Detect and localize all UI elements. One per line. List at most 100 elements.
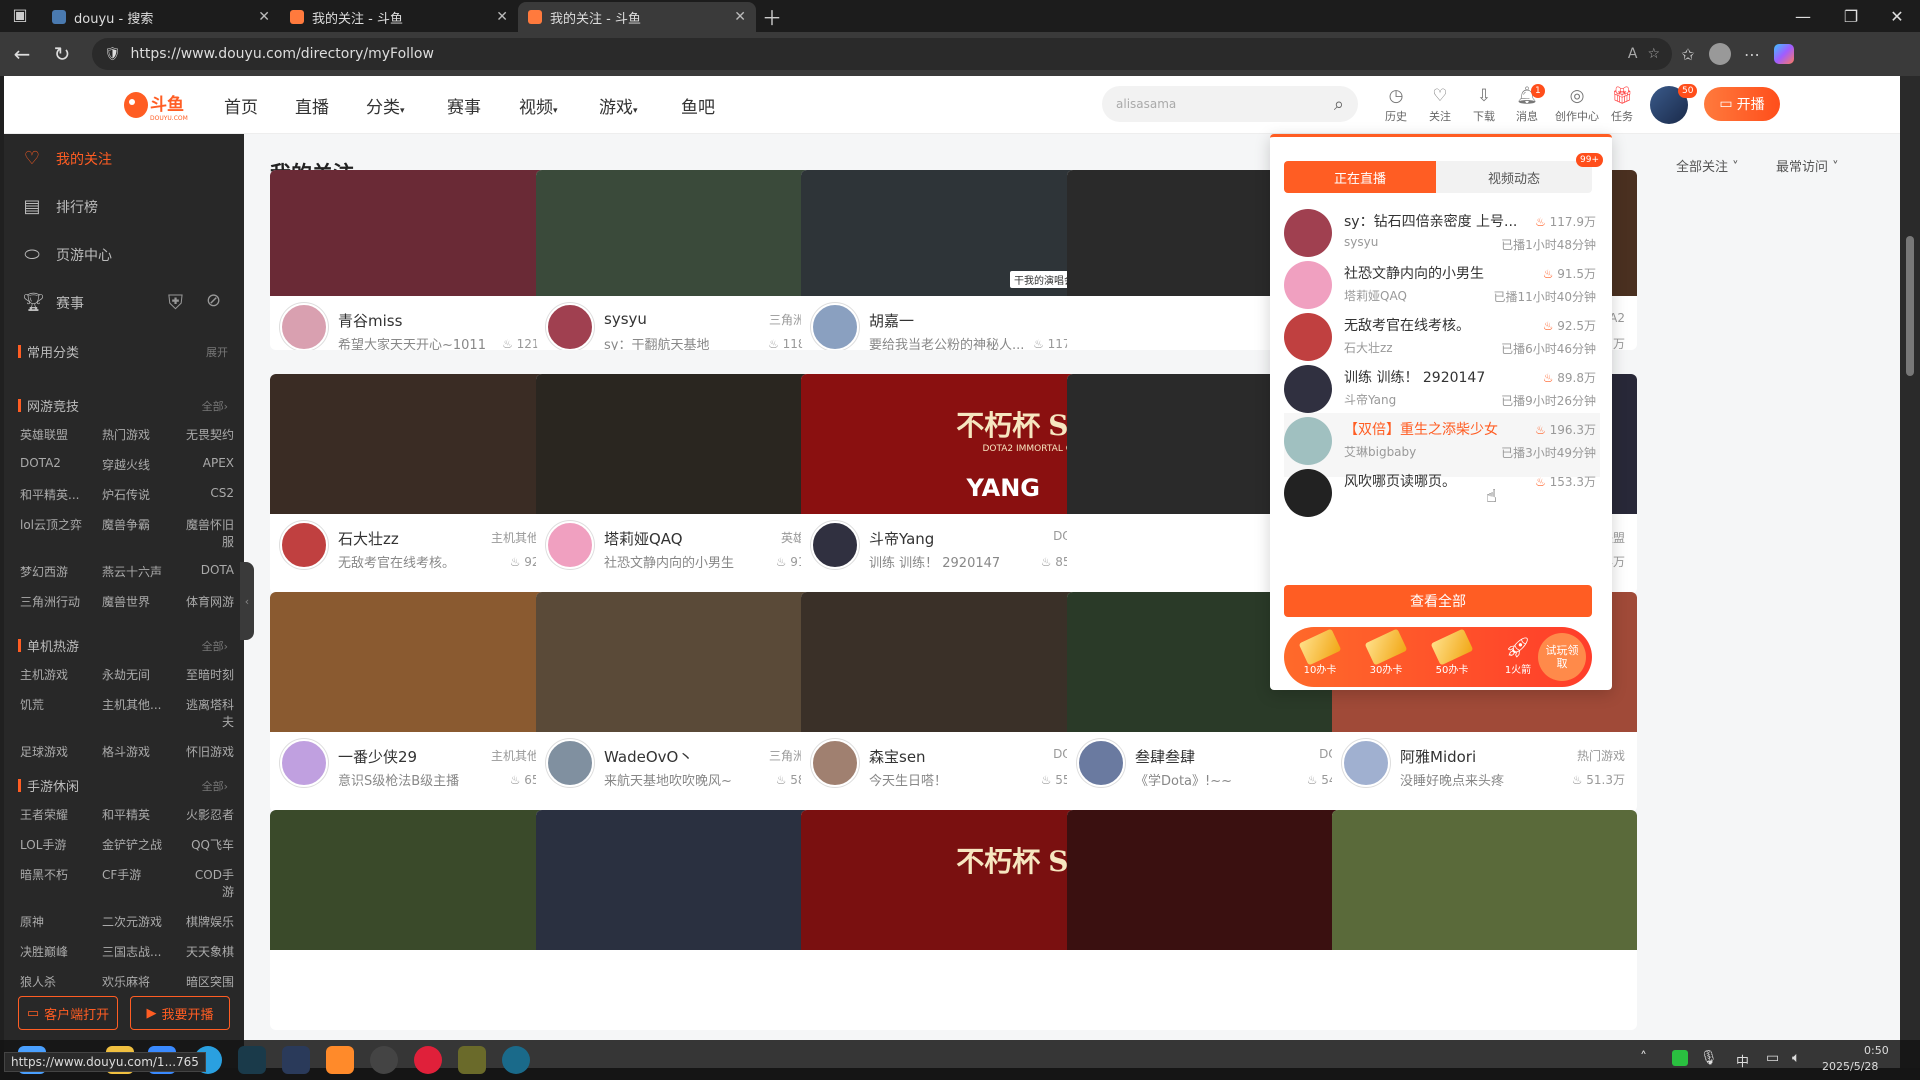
browser-tab-2[interactable]: 我的关注 - 斗鱼 ✕ bbox=[280, 2, 518, 32]
sidebar-category-link[interactable]: DOTA2 bbox=[20, 456, 102, 473]
lol-emblem-icon[interactable]: ⛨ bbox=[168, 290, 183, 314]
sidebar-category-link[interactable]: lol云顶之弈 bbox=[20, 516, 102, 550]
favorites-icon[interactable]: ✩ bbox=[1672, 38, 1704, 70]
volume-icon[interactable]: 🔈︎ bbox=[1792, 1050, 1800, 1066]
sidebar-category-link[interactable]: 三国志战... bbox=[102, 943, 184, 960]
app-icon[interactable] bbox=[326, 1046, 354, 1074]
stream-thumbnail[interactable] bbox=[536, 170, 841, 296]
sidebar-category-link[interactable]: 魔兽争霸 bbox=[102, 516, 184, 550]
streamer-name[interactable]: 斗帝Yang bbox=[869, 528, 934, 549]
sidebar-category-link[interactable]: APEX bbox=[184, 456, 234, 473]
stream-thumbnail[interactable] bbox=[270, 170, 575, 296]
stream-card[interactable]: WadeOvO丶三角洲行动来航天基地吹吹晚风~58.5万 bbox=[536, 592, 841, 812]
trial-claim-button[interactable]: 试玩领取 bbox=[1538, 633, 1586, 681]
sidebar-category-link[interactable]: 逃离塔科夫 bbox=[184, 696, 234, 730]
header-download[interactable]: ⇩ 下载 bbox=[1464, 86, 1504, 124]
scrollbar-thumb[interactable] bbox=[1906, 236, 1914, 376]
close-icon[interactable]: ✕ bbox=[258, 9, 270, 25]
sidebar-category-link[interactable]: DOTA bbox=[184, 563, 234, 580]
app-icon[interactable] bbox=[502, 1046, 530, 1074]
streamer-avatar[interactable] bbox=[811, 739, 859, 787]
stream-thumbnail[interactable] bbox=[536, 374, 841, 514]
more-icon[interactable]: ⋯ bbox=[1736, 38, 1768, 70]
tray-chevron-icon[interactable]: ˄ bbox=[1640, 1050, 1647, 1066]
streamer-avatar[interactable] bbox=[546, 303, 594, 350]
stream-card[interactable] bbox=[536, 810, 841, 1030]
url-input[interactable]: 🛡 https://www.douyu.com/directory/myFoll… bbox=[92, 38, 1672, 70]
sidebar-category-link[interactable]: 无畏契约 bbox=[184, 426, 234, 443]
sidebar-item-rank[interactable]: ▤ 排行榜 bbox=[22, 196, 98, 217]
browser-tab-3[interactable]: 我的关注 - 斗鱼 ✕ bbox=[518, 2, 756, 32]
sidebar-category-link[interactable]: 决胜巅峰 bbox=[20, 943, 102, 960]
streamer-name[interactable]: 叁肆叁肆 bbox=[1135, 746, 1195, 767]
sidebar-category-link[interactable]: 棋牌娱乐 bbox=[184, 913, 234, 930]
stream-card[interactable]: 一番少侠29主机其他游戏意识S级枪法B级主播65.3万 bbox=[270, 592, 575, 812]
streamer-avatar[interactable] bbox=[811, 521, 859, 569]
sidebar-category-link[interactable]: 怀旧游戏 bbox=[184, 743, 234, 760]
header-tasks[interactable]: 🎁︎ 任务 bbox=[1602, 86, 1642, 124]
stream-thumbnail[interactable] bbox=[801, 592, 1106, 732]
streamer-avatar[interactable] bbox=[546, 739, 594, 787]
steam-icon[interactable] bbox=[282, 1046, 310, 1074]
ime-indicator[interactable]: 中 bbox=[1736, 1051, 1749, 1070]
obs-icon[interactable] bbox=[370, 1046, 398, 1074]
search-input[interactable]: alisasama ⌕ bbox=[1102, 86, 1358, 122]
header-history[interactable]: ◷ 历史 bbox=[1376, 86, 1416, 124]
sidebar-category-link[interactable]: 主机游戏 bbox=[20, 666, 102, 683]
stream-card[interactable]: 塔莉娅QAQ英雄联盟社恐文静内向的小男生91.3万 bbox=[536, 374, 841, 594]
sidebar-item-follow[interactable]: ♡ 我的关注 bbox=[22, 148, 112, 169]
stream-card[interactable] bbox=[270, 810, 575, 1030]
header-follow[interactable]: ♡ 关注 bbox=[1420, 86, 1460, 124]
sidebar-category-link[interactable]: 梦幻西游 bbox=[20, 563, 102, 580]
close-icon[interactable]: ✕ bbox=[734, 9, 746, 25]
network-icon[interactable]: ▭ bbox=[1766, 1050, 1779, 1066]
sidebar-category-link[interactable]: 主机其他... bbox=[102, 696, 184, 730]
sidebar-category-link[interactable]: 天天象棋 bbox=[184, 943, 234, 960]
stream-card[interactable] bbox=[1332, 810, 1637, 1030]
nav-fishbar[interactable]: 鱼吧 bbox=[681, 93, 715, 118]
filter-most-visited[interactable]: 最常访问 ˅ bbox=[1776, 156, 1839, 175]
all-link[interactable]: 全部› bbox=[202, 398, 228, 414]
sidebar-item-events[interactable]: 🏆︎ 赛事 bbox=[22, 292, 84, 313]
streamer-name[interactable]: 森宝sen bbox=[869, 746, 926, 767]
header-messages[interactable]: 🔔︎ 消息 1 bbox=[1507, 84, 1547, 124]
stream-thumbnail[interactable] bbox=[270, 592, 575, 732]
streamer-name[interactable]: sysyu bbox=[604, 310, 647, 328]
streamer-name[interactable]: 石大壮zz bbox=[338, 528, 399, 549]
close-icon[interactable]: ✕ bbox=[496, 9, 508, 25]
stream-card[interactable]: 青谷miss才艺希望大家天天开心~1011121.0万 bbox=[270, 170, 575, 350]
streamer-name[interactable]: 青谷miss bbox=[338, 310, 402, 331]
streamer-name[interactable]: 胡嘉一 bbox=[869, 310, 914, 331]
favorite-star-icon[interactable]: ☆ bbox=[1647, 46, 1660, 62]
streamer-avatar[interactable] bbox=[811, 303, 859, 350]
profile-icon[interactable] bbox=[1704, 38, 1736, 70]
sidebar-category-link[interactable]: 至暗时刻 bbox=[184, 666, 234, 683]
sidebar-category-link[interactable]: 欢乐麻将 bbox=[102, 973, 184, 990]
filter-all-follows[interactable]: 全部关注 ˅ bbox=[1676, 156, 1739, 175]
open-client-button[interactable]: ▭ 客户端打开 bbox=[18, 996, 118, 1030]
clock-time[interactable]: 0:50 bbox=[1864, 1044, 1889, 1057]
restore-icon[interactable]: ❐ bbox=[1828, 0, 1874, 32]
streamer-name[interactable]: 一番少侠29 bbox=[338, 746, 417, 767]
streamer-avatar[interactable] bbox=[1342, 739, 1390, 787]
streamer-avatar[interactable] bbox=[546, 521, 594, 569]
tray-wechat-icon[interactable] bbox=[1672, 1050, 1688, 1066]
new-tab-icon[interactable]: ＋ bbox=[756, 0, 788, 32]
sidebar-category-link[interactable]: 燕云十六声 bbox=[102, 563, 184, 580]
view-all-button[interactable]: 查看全部 bbox=[1284, 585, 1592, 617]
streamer-avatar[interactable] bbox=[280, 739, 328, 787]
streamer-avatar[interactable] bbox=[280, 303, 328, 350]
site-info-icon[interactable]: 🛡 bbox=[104, 47, 121, 62]
page-scrollbar[interactable] bbox=[1900, 76, 1920, 1068]
stream-thumbnail[interactable]: 不朽杯S1DOTA2 IMMORTAL CUPYANG bbox=[801, 374, 1106, 514]
sidebar-category-link[interactable]: 炉石传说 bbox=[102, 486, 184, 503]
sidebar-category-link[interactable]: CF手游 bbox=[102, 866, 184, 900]
tray-mic-icon[interactable]: 🎙︎ bbox=[1700, 1050, 1718, 1066]
streamer-name[interactable]: WadeOvO丶 bbox=[604, 746, 693, 767]
stream-card[interactable]: 森宝senDOTA2今天生日嗒！55.6万 bbox=[801, 592, 1106, 812]
sidebar-category-link[interactable]: 原神 bbox=[20, 913, 102, 930]
sidebar-category-link[interactable]: 狼人杀 bbox=[20, 973, 102, 990]
sidebar-category-link[interactable]: 和平精英 bbox=[102, 806, 184, 823]
stream-thumbnail[interactable] bbox=[536, 810, 841, 950]
sidebar-category-link[interactable]: 金铲铲之战 bbox=[102, 836, 184, 853]
